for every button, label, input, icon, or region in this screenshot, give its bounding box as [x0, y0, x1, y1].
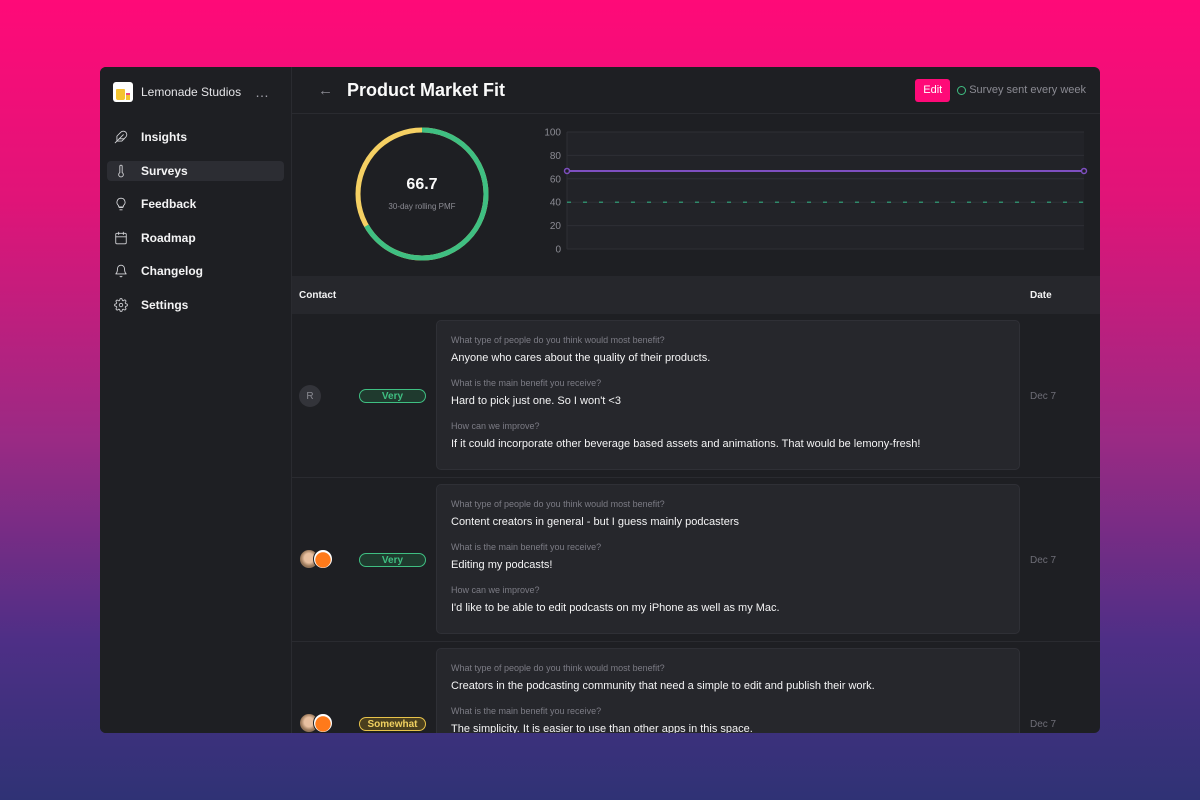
pmf-value: 66.7: [406, 176, 438, 193]
page-title: Product Market Fit: [347, 79, 506, 100]
question: What type of people do you think would m…: [451, 663, 665, 673]
y-tick-label: 20: [550, 221, 562, 232]
answer: Creators in the podcasting community tha…: [451, 680, 875, 692]
thermometer-icon: [118, 164, 124, 177]
sidebar-item-settings[interactable]: Settings: [107, 295, 284, 315]
sidebar-item-label: Insights: [141, 130, 188, 144]
calendar-icon: [115, 231, 127, 244]
app-window: Lemonade Studios … Insights Surveys Feed…: [100, 67, 1100, 733]
response-card: What type of people do you think would m…: [436, 484, 1020, 634]
question: What is the main benefit you receive?: [451, 706, 602, 716]
response-card: What type of people do you think would m…: [436, 648, 1020, 733]
y-tick-label: 80: [550, 151, 562, 162]
question: What is the main benefit you receive?: [451, 378, 602, 388]
pmf-caption: 30-day rolling PMF: [388, 202, 456, 211]
answer: I'd like to be able to edit podcasts on …: [451, 602, 780, 614]
y-tick-label: 0: [555, 245, 561, 256]
response-card: What type of people do you think would m…: [436, 320, 1020, 470]
question: How can we improve?: [451, 585, 540, 595]
sidebar-item-roadmap[interactable]: Roadmap: [107, 228, 284, 248]
sidebar: Lemonade Studios … Insights Surveys Feed…: [100, 67, 292, 733]
pmf-stats: 66.7 30-day rolling PMF 0 20 40 60 80 100: [292, 114, 1100, 276]
question: What type of people do you think would m…: [451, 335, 665, 345]
page-header: ← Product Market Fit Edit Survey sent ev…: [292, 67, 1100, 114]
response-date: Dec 7: [1030, 391, 1057, 402]
answer: Anyone who cares about the quality of th…: [451, 352, 711, 364]
sidebar-item-label: Surveys: [141, 163, 188, 178]
answer: Editing my podcasts!: [451, 559, 553, 571]
answer: Hard to pick just one. So I won't <3: [451, 395, 621, 407]
question: How can we improve?: [451, 421, 540, 431]
plot-area: [567, 132, 1084, 249]
feather-icon: [114, 130, 128, 144]
main-content: ← Product Market Fit Edit Survey sent ev…: [292, 67, 1100, 733]
sidebar-item-label: Changelog: [141, 264, 203, 278]
responses-list: R Very What type of people do you think …: [292, 314, 1100, 733]
rating-badge: Somewhat: [359, 717, 426, 731]
y-tick-label: 40: [550, 198, 562, 209]
pmf-ring: 66.7 30-day rolling PMF: [292, 114, 536, 276]
table-row[interactable]: R Very What type of people do you think …: [292, 314, 1100, 478]
status-circle-icon: [957, 85, 967, 95]
table-row[interactable]: Somewhat What type of people do you thin…: [292, 642, 1100, 733]
table-header: Contact Date: [292, 276, 1100, 314]
lemonade-logo-icon: [113, 82, 133, 102]
response-date: Dec 7: [1030, 719, 1057, 730]
sidebar-item-surveys[interactable]: Surveys: [107, 160, 284, 181]
column-header-date: Date: [1030, 289, 1052, 301]
rating-badge: Very: [359, 553, 426, 567]
column-header-contact: Contact: [299, 289, 337, 301]
more-options-icon[interactable]: …: [255, 84, 270, 100]
workspace-switcher[interactable]: Lemonade Studios …: [107, 79, 284, 105]
response-date: Dec 7: [1030, 555, 1057, 566]
bell-icon: [115, 264, 127, 278]
avatar: [313, 549, 333, 569]
table-row[interactable]: Very What type of people do you think wo…: [292, 478, 1100, 642]
sidebar-item-label: Settings: [141, 297, 189, 312]
rating-badge: Very: [359, 389, 426, 403]
y-tick-label: 100: [544, 128, 561, 139]
data-point: [1080, 167, 1088, 175]
sidebar-item-label: Roadmap: [141, 230, 196, 245]
pmf-ring-chart: [355, 127, 489, 261]
question: What is the main benefit you receive?: [451, 542, 602, 552]
avatar: [313, 713, 333, 733]
gear-icon: [114, 297, 128, 312]
answer: If it could incorporate other beverage b…: [451, 438, 921, 450]
sidebar-item-feedback[interactable]: Feedback: [107, 194, 284, 214]
line-chart-svg: 0 20 40 60 80 100: [544, 128, 1088, 256]
edit-button[interactable]: Edit: [915, 78, 951, 102]
lightbulb-icon: [116, 197, 126, 211]
question: What type of people do you think would m…: [451, 499, 665, 509]
survey-schedule: Survey sent every week: [957, 84, 1086, 96]
workspace-name: Lemonade Studios: [141, 85, 242, 99]
data-point: [563, 167, 571, 175]
avatar-group[interactable]: [299, 713, 333, 733]
answer: Content creators in general - but I gues…: [451, 516, 739, 528]
sidebar-item-insights[interactable]: Insights: [107, 127, 284, 147]
pmf-line-chart: 0 20 40 60 80 100: [536, 123, 1096, 273]
sidebar-item-label: Feedback: [141, 197, 197, 211]
answer: The simplicity. It is easier to use than…: [451, 723, 753, 733]
back-arrow-icon[interactable]: ←: [318, 82, 333, 99]
avatar-group[interactable]: [299, 549, 333, 569]
y-tick-label: 60: [550, 174, 562, 185]
avatar[interactable]: R: [299, 385, 321, 407]
schedule-text: Survey sent every week: [969, 84, 1086, 96]
sidebar-item-changelog[interactable]: Changelog: [107, 261, 284, 281]
